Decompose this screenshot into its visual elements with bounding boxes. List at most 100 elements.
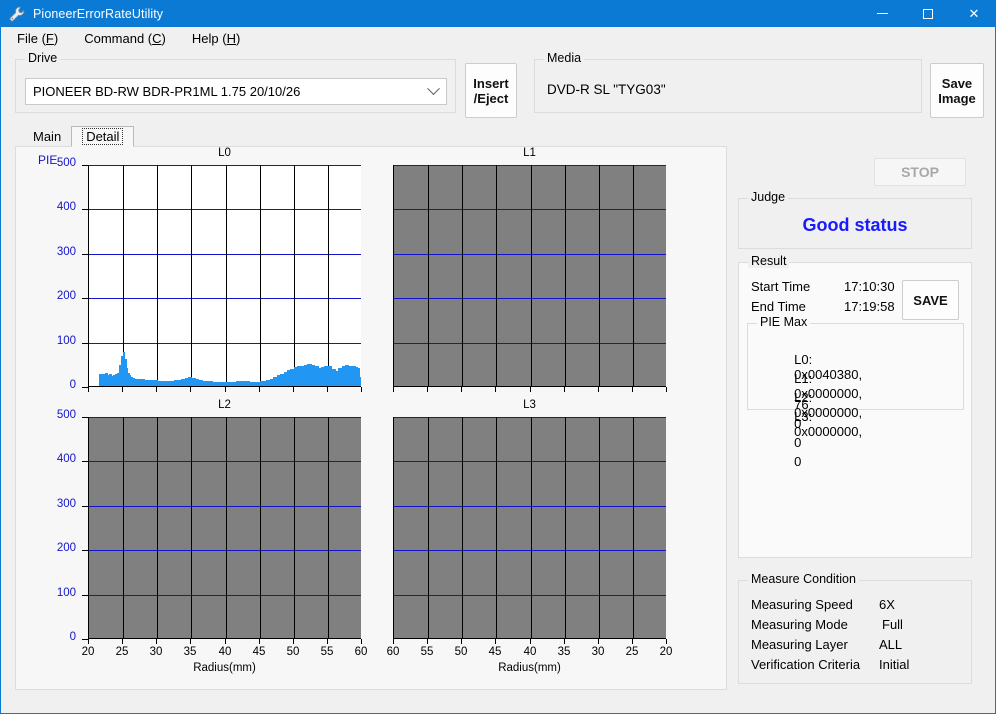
x-axis-tickmark [293,387,294,392]
save-button[interactable]: SAVE [902,280,959,320]
x-axis-tickmark [495,639,496,644]
x-axis-tickmark [598,387,599,392]
gridline-h [394,343,666,344]
judge-status: Good status [802,215,908,235]
save-image-line1: Save [941,75,973,91]
menu-file-label: File [17,31,38,46]
tab-main[interactable]: Main [23,126,72,147]
gridline-h [394,209,666,210]
insert-eject-line1: Insert [473,75,509,91]
maximize-button[interactable] [905,0,951,27]
tab-detail-label: Detail [82,128,124,145]
drive-select[interactable]: PIONEER BD-RW BDR-PR1ML 1.75 20/10/26 [25,78,447,105]
x-axis-tickmark [88,639,89,644]
measure-condition-group: Measure Condition Measuring Speed 6X Mea… [738,573,972,684]
x-axis-tickmark [461,387,462,392]
menu-file-accel: F [45,31,54,46]
result-group-legend: Result [748,255,790,268]
stop-button-label: STOP [901,164,939,180]
gridline-v [531,165,532,386]
media-value: DVD-R SL "TYG03" [547,82,666,97]
stop-button[interactable]: STOP [874,158,966,186]
menu-bar: File (F) Command (C) Help (H) [1,27,995,50]
drive-group-legend: Drive [25,52,61,65]
gridline-h [89,550,361,551]
menu-item-command[interactable]: Command (C) [74,28,176,49]
gridline-v [599,417,600,638]
y-axis-tickmark [82,417,88,418]
x-axis-tickmark [327,639,328,644]
gridline-h [89,417,361,418]
chart-title-l1: L1 [523,147,536,159]
gridline-v [328,417,329,638]
chart-title-l0: L0 [218,147,231,159]
x-axis-tickmark [225,639,226,644]
x-axis-tickmark [225,387,226,392]
wrench-icon [8,5,26,23]
y-axis-tickmark [82,165,88,166]
x-axis-label: Radius(mm) [193,662,256,674]
x-axis-tick: 55 [320,646,334,658]
menu-command-label: Command [84,31,145,46]
x-axis-tickmark [190,639,191,644]
gridline-h [89,298,361,299]
gridline-v [260,417,261,638]
gridline-v [462,417,463,638]
gridline-h [394,165,666,166]
x-axis-tick: 50 [454,646,468,658]
x-axis-tickmark [122,639,123,644]
measuring-mode-value: Full [882,617,903,632]
gridline-h [394,506,666,507]
x-axis-tick: 20 [659,646,673,658]
chevron-down-icon [420,82,446,96]
menu-item-file[interactable]: File (F) [7,28,68,49]
menu-help-accel: H [226,31,236,46]
insert-eject-button[interactable]: Insert /Eject [465,63,517,118]
y-axis-tick: 300 [56,246,76,258]
gridline-h [89,461,361,462]
y-axis-tick: 500 [56,409,76,421]
status-panel: STOP Judge Good status Result Start Time… [735,146,984,690]
data-sample [359,377,361,386]
gridline-v [633,165,634,386]
y-axis-tick: 200 [56,542,76,554]
tab-detail[interactable]: Detail [71,126,135,147]
measuring-speed-value: 6X [879,597,895,612]
start-time-label: Start Time [751,279,811,294]
y-axis-tick: 100 [56,335,76,347]
menu-item-help[interactable]: Help (H) [182,28,250,49]
save-image-line2: Image [938,90,976,106]
pie-max-legend: PIE Max [757,316,811,329]
gridline-v [565,417,566,638]
gridline-v [328,165,329,386]
judge-group-legend: Judge [748,191,789,204]
gridline-h [394,550,666,551]
x-axis-tickmark [393,387,394,392]
gridline-h [89,209,361,210]
gridline-v [428,165,429,386]
pie-max-group: PIE Max L0: 0x0040380, 76 L1: 0x0000000,… [747,316,964,469]
chart-title-l2: L2 [218,399,231,411]
end-time-value: 17:19:58 [844,299,895,314]
x-axis-tick: 35 [557,646,571,658]
save-image-button[interactable]: Save Image [930,63,984,118]
close-button[interactable]: ✕ [951,0,996,27]
x-axis-tick: 20 [81,646,95,658]
x-axis-tickmark [427,639,428,644]
x-axis-tickmark [361,387,362,392]
media-group: Media DVD-R SL "TYG03" [534,52,922,113]
gridline-v [226,417,227,638]
gridline-v [260,165,261,386]
gridline-h [89,254,361,255]
y-axis-tick: 400 [56,453,76,465]
menu-help-label: Help [191,31,219,46]
minimize-button[interactable] [859,0,905,27]
gridline-h [394,595,666,596]
x-axis-tickmark [190,387,191,392]
gridline-h [394,298,666,299]
x-axis-tickmark [156,639,157,644]
x-axis-tick: 30 [591,646,605,658]
x-axis-label: Radius(mm) [498,662,561,674]
media-group-legend: Media [544,52,585,65]
x-axis-tick: 55 [420,646,434,658]
